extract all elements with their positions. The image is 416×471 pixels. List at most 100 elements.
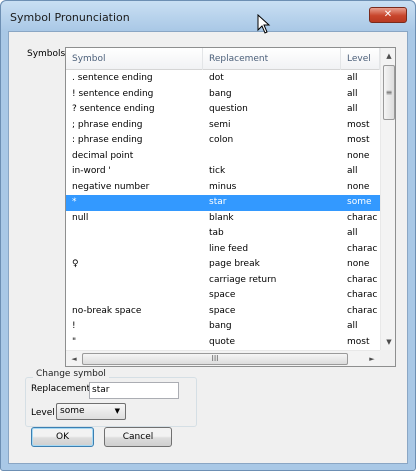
replacement-cell: semi [209,119,231,130]
table-row[interactable]: in-word ' tick all [66,164,380,180]
replacement-cell: bang [209,321,232,331]
scroll-left-icon[interactable]: ◄ [66,351,82,366]
dialog-client-area: Symbols Symbol Replacement Level . sente… [8,31,408,464]
level-cell: all [347,321,358,331]
symbols-list[interactable]: Symbol Replacement Level . sentence endi… [65,47,396,367]
symbol-cell: * [72,197,77,207]
symbol-cell: in-word ' [72,166,111,176]
symbol-cell: null [72,212,89,223]
replacement-label: Replacement [31,384,91,394]
table-row[interactable]: no-break space space charac [66,304,380,320]
level-select-value: some [60,406,85,416]
table-row[interactable]: line feed charac [66,242,380,258]
title-bar[interactable]: Symbol Pronunciation ✕ [1,1,415,31]
scrollbar-corner [380,350,395,366]
table-row[interactable]: ! bang all [66,319,380,335]
chevron-down-icon: ▼ [114,407,120,415]
symbols-label: Symbols [27,49,66,59]
level-cell: all [347,228,358,238]
level-cell: charac [347,274,378,285]
level-cell: most [347,135,370,145]
close-button[interactable]: ✕ [369,7,407,23]
level-cell: all [347,104,358,114]
vertical-scroll-thumb[interactable]: ≡ [383,65,395,120]
replacement-cell: carriage return [209,274,277,285]
symbol-cell: ? sentence ending [72,104,155,114]
table-row[interactable]: : phrase ending colon most [66,133,380,149]
level-cell: all [347,166,358,176]
scroll-down-icon[interactable]: ▼ [381,334,395,350]
replacement-cell: page break [209,259,260,269]
replacement-cell: space [209,305,236,316]
table-row[interactable]: * star some [66,195,380,211]
column-header-symbol[interactable]: Symbol [66,48,203,70]
table-row[interactable]: ♀ page break none [66,257,380,273]
list-rows: . sentence ending dot all! sentence ending… [66,71,380,350]
table-row[interactable]: decimal point none [66,149,380,165]
dialog-window: Symbol Pronunciation ✕ Symbols Symbol Re… [0,0,416,471]
table-row[interactable]: " quote most [66,335,380,351]
horizontal-scrollbar[interactable]: ◄ III ► [66,350,380,366]
table-row[interactable]: ; phrase ending semi most [66,118,380,134]
symbol-cell [66,288,203,304]
column-header-replacement[interactable]: Replacement [203,48,341,70]
symbol-cell [66,242,203,258]
level-cell: all [347,88,358,99]
symbol-cell [66,226,203,242]
replacement-cell: line feed [209,243,249,254]
window-title: Symbol Pronunciation [10,11,130,24]
scroll-right-icon[interactable]: ► [364,351,380,366]
replacement-cell: bang [209,88,232,99]
symbol-cell: " [72,336,77,347]
replacement-cell: minus [209,181,237,192]
level-cell: some [347,197,372,207]
level-cell: charac [347,212,378,223]
table-row[interactable]: tab all [66,226,380,242]
table-row[interactable]: . sentence ending dot all [66,71,380,87]
level-cell: none [347,150,370,161]
replacement-cell: tab [209,228,224,238]
scroll-up-icon[interactable]: ▲ [381,48,395,64]
replacement-cell: tick [209,166,226,176]
replacement-cell: space [209,290,236,300]
replacement-cell: blank [209,212,234,223]
table-row[interactable]: negative number minus none [66,180,380,196]
list-header: Symbol Replacement Level [66,48,380,70]
level-cell: most [347,336,370,347]
replacement-cell: dot [209,73,224,83]
table-row[interactable]: ? sentence ending question all [66,102,380,118]
symbol-cell: ; phrase ending [72,119,143,130]
replacement-cell: quote [209,336,235,347]
level-cell: most [347,119,370,130]
level-cell: none [347,259,370,269]
symbol-cell [66,273,203,289]
symbol-cell: : phrase ending [72,135,143,145]
symbol-cell: ! sentence ending [72,88,154,99]
symbol-cell: ♀ [72,259,79,269]
symbol-cell: . sentence ending [72,73,153,83]
level-cell: charac [347,290,378,300]
symbol-cell: decimal point [72,150,134,161]
replacement-cell: question [209,104,248,114]
symbol-cell: negative number [72,181,150,192]
cancel-button[interactable]: Cancel [104,427,172,447]
table-row[interactable]: space charac [66,288,380,304]
vertical-scrollbar[interactable]: ▲ ≡ ▼ [380,48,395,350]
column-header-level[interactable]: Level [341,48,380,70]
mouse-cursor-icon [257,14,271,34]
level-cell: charac [347,243,378,254]
level-cell: none [347,181,370,192]
level-cell: charac [347,305,378,316]
table-row[interactable]: carriage return charac [66,273,380,289]
replacement-cell: colon [209,135,234,145]
ok-button[interactable]: OK [31,427,94,447]
replacement-cell: star [209,197,227,207]
level-select[interactable]: some ▼ [56,403,126,420]
table-row[interactable]: null blank charac [66,211,380,227]
horizontal-scroll-thumb[interactable]: III [82,353,348,365]
change-symbol-legend: Change symbol [33,369,109,379]
replacement-input[interactable]: star [89,382,179,399]
table-row[interactable]: ! sentence ending bang all [66,87,380,103]
symbol-cell: no-break space [72,305,142,316]
replacement-cell [203,149,341,165]
